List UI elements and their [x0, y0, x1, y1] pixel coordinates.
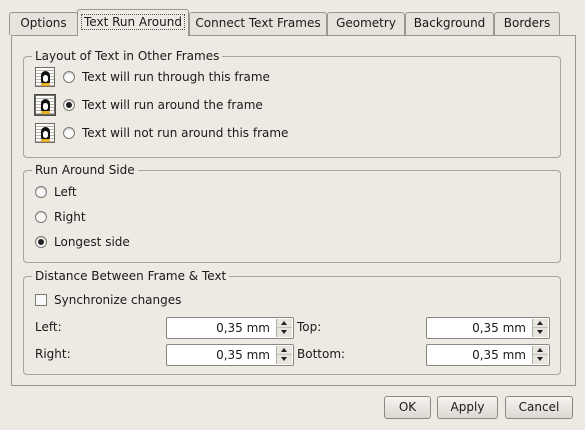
cancel-button[interactable]: Cancel [505, 396, 573, 419]
bottom-distance-spinbox[interactable] [426, 344, 550, 366]
run-through-label: Text will run through this frame [82, 70, 270, 84]
tab-background[interactable]: Background [405, 12, 494, 35]
bottom-increment-arrow-icon[interactable] [533, 346, 548, 355]
right-distance-stepper [276, 346, 292, 364]
right-distance-spinbox[interactable] [166, 344, 294, 366]
tab-label: Borders [503, 16, 551, 30]
apply-button[interactable]: Apply [437, 396, 498, 419]
tab-bar: Options Text Run Around Connect Text Fra… [0, 0, 585, 36]
right-distance-label: Right: [35, 347, 71, 361]
no-run-around-option[interactable]: Text will not run around this frame [35, 123, 288, 143]
synchronize-label: Synchronize changes [54, 293, 182, 307]
layout-group: Layout of Text in Other Frames Text will… [23, 49, 561, 158]
layout-group-title: Layout of Text in Other Frames [32, 49, 223, 63]
right-distance-input[interactable] [169, 346, 273, 364]
side-right-radio[interactable] [35, 211, 47, 223]
run-around-option[interactable]: Text will run around the frame [34, 94, 263, 116]
apply-button-label: Apply [450, 400, 485, 414]
tab-label: Options [20, 16, 67, 30]
bottom-distance-stepper [532, 346, 548, 364]
tab-label: Geometry [336, 16, 396, 30]
tab-label: Text Run Around [81, 14, 185, 30]
cancel-button-label: Cancel [518, 400, 560, 414]
tab-borders[interactable]: Borders [494, 12, 560, 35]
tab-text-run-around[interactable]: Text Run Around [77, 9, 189, 36]
side-left-option[interactable]: Left [35, 182, 77, 202]
side-right-label: Right [54, 210, 86, 224]
run-around-label: Text will run around the frame [82, 98, 263, 112]
bottom-distance-label: Bottom: [297, 347, 346, 361]
side-right-option[interactable]: Right [35, 207, 86, 227]
distance-group-title: Distance Between Frame & Text [32, 269, 230, 283]
no-run-around-preview-icon [35, 123, 55, 143]
top-distance-label: Top: [297, 320, 322, 334]
left-distance-stepper [276, 319, 292, 337]
side-longest-label: Longest side [54, 235, 130, 249]
side-group: Run Around Side Left Right Longest side [23, 163, 561, 263]
left-increment-arrow-icon[interactable] [277, 319, 292, 328]
run-around-radio[interactable] [63, 99, 75, 111]
left-distance-label: Left: [35, 320, 62, 334]
bottom-decrement-arrow-icon[interactable] [533, 355, 548, 364]
top-distance-stepper [532, 319, 548, 337]
left-distance-input[interactable] [169, 319, 273, 337]
ok-button-label: OK [398, 400, 417, 414]
tab-geometry[interactable]: Geometry [327, 12, 405, 35]
run-through-option[interactable]: Text will run through this frame [35, 67, 270, 87]
top-increment-arrow-icon[interactable] [533, 319, 548, 328]
tab-options[interactable]: Options [9, 12, 78, 35]
tab-panel: Layout of Text in Other Frames Text will… [11, 35, 576, 386]
right-decrement-arrow-icon[interactable] [277, 355, 292, 364]
top-distance-input[interactable] [429, 319, 529, 337]
side-longest-option[interactable]: Longest side [35, 232, 130, 252]
side-group-title: Run Around Side [32, 163, 138, 177]
run-through-preview-icon [35, 67, 55, 87]
tab-label: Connect Text Frames [195, 16, 321, 30]
right-increment-arrow-icon[interactable] [277, 346, 292, 355]
synchronize-checkbox[interactable] [35, 294, 47, 306]
run-through-radio[interactable] [63, 71, 75, 83]
tab-connect-text-frames[interactable]: Connect Text Frames [189, 12, 327, 35]
ok-button[interactable]: OK [384, 396, 431, 419]
top-distance-spinbox[interactable] [426, 317, 550, 339]
side-longest-radio[interactable] [35, 236, 47, 248]
bottom-distance-input[interactable] [429, 346, 529, 364]
top-decrement-arrow-icon[interactable] [533, 328, 548, 337]
side-left-radio[interactable] [35, 186, 47, 198]
tab-label: Background [413, 16, 486, 30]
no-run-around-radio[interactable] [63, 127, 75, 139]
side-left-label: Left [54, 185, 77, 199]
synchronize-option[interactable]: Synchronize changes [35, 290, 181, 310]
left-decrement-arrow-icon[interactable] [277, 328, 292, 337]
left-distance-spinbox[interactable] [166, 317, 294, 339]
distance-group: Distance Between Frame & Text Synchroniz… [23, 269, 561, 375]
run-around-preview-icon [34, 94, 56, 116]
no-run-around-label: Text will not run around this frame [82, 126, 289, 140]
